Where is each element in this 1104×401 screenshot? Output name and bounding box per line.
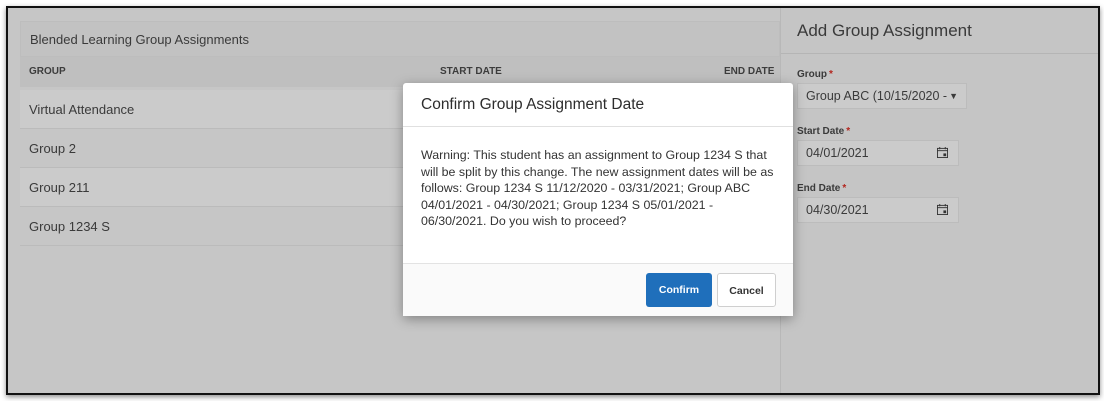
- required-mark: *: [829, 69, 833, 80]
- cancel-button[interactable]: Cancel: [717, 273, 776, 307]
- dialog-message-line: Warning: This student has an assignment …: [421, 148, 767, 162]
- dialog-message: Warning: This student has an assignment …: [421, 147, 777, 230]
- calendar-icon[interactable]: [937, 147, 948, 158]
- dialog-message-line: 04/01/2021 - 04/30/2021; Group 1234 S 05…: [421, 197, 714, 212]
- add-group-assignment-panel: Add Group Assignment Group * Group ABC (1…: [780, 8, 1098, 393]
- group-label-text: Group: [797, 69, 827, 80]
- start-date-label-text: Start Date: [797, 126, 845, 137]
- end-date-label: End Date *: [797, 183, 846, 194]
- column-header-group[interactable]: GROUP: [29, 57, 66, 87]
- end-date-label-text: End Date: [797, 183, 841, 194]
- end-date-value: 04/30/2021: [806, 203, 869, 217]
- panel-title: Add Group Assignment: [781, 8, 1098, 54]
- confirm-dialog: Confirm Group Assignment Date Warning: T…: [403, 83, 793, 316]
- dialog-title: Confirm Group Assignment Date: [403, 83, 793, 127]
- start-date-value: 04/01/2021: [806, 146, 869, 160]
- required-mark: *: [842, 183, 847, 194]
- dialog-footer: Confirm Cancel: [403, 263, 793, 316]
- dialog-message-line: will be split by this change. The new as…: [421, 164, 774, 179]
- panel-title: Blended Learning Group Assignments: [20, 21, 780, 57]
- app-window: Blended Learning Group Assignments GROUP…: [6, 6, 1100, 395]
- end-date-input[interactable]: 04/30/2021: [797, 197, 959, 223]
- start-date-input[interactable]: 04/01/2021: [797, 140, 959, 166]
- confirm-button[interactable]: Confirm: [646, 273, 712, 307]
- group-select[interactable]: Group ABC (10/15/2020 - ▼: [797, 83, 967, 109]
- chevron-down-icon: ▼: [949, 91, 958, 101]
- dialog-message-line: 06/30/2021. Do you wish to proceed?: [421, 214, 627, 229]
- group-select-value: Group ABC (10/15/2020 -: [806, 89, 948, 103]
- required-mark: *: [846, 126, 851, 137]
- start-date-label: Start Date *: [797, 126, 850, 137]
- calendar-icon[interactable]: [937, 204, 948, 215]
- dialog-message-line: follows: Group 1234 S 11/12/2020 - 03/31…: [421, 181, 751, 196]
- group-label: Group *: [797, 69, 833, 80]
